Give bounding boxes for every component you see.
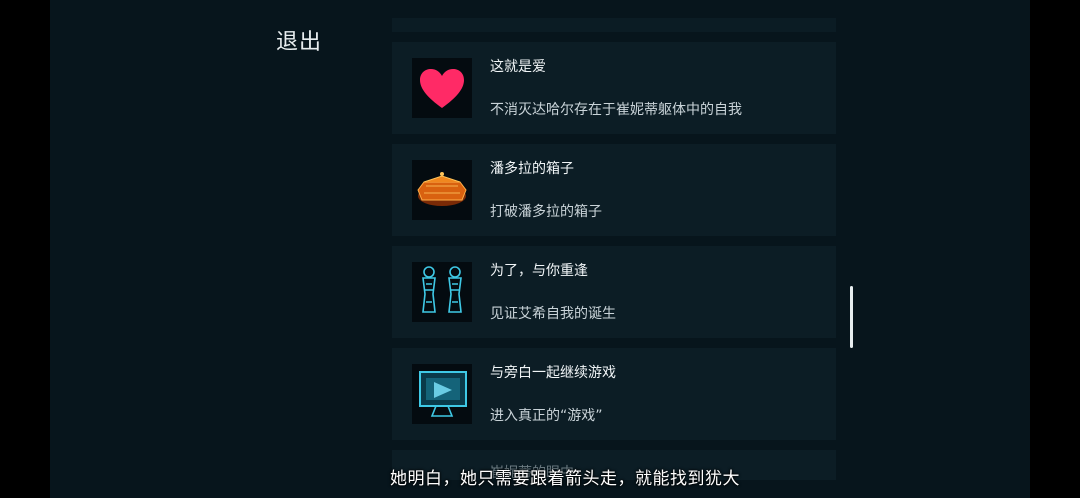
achievement-card[interactable]: 与旁白一起继续游戏 进入真正的“游戏” xyxy=(392,348,836,440)
achievement-desc: 进入真正的“游戏” xyxy=(490,408,603,424)
achievement-title: 与旁白一起继续游戏 xyxy=(490,365,616,381)
letterbox-left xyxy=(0,0,50,498)
achievement-title: 这就是爱 xyxy=(490,59,546,75)
achievement-list[interactable]: 这就是爱 不消灭达哈尔存在于崔妮蒂躯体中的自我 潘多拉的箱子 打破潘多拉的箱子 xyxy=(392,0,836,498)
letterbox-right xyxy=(1030,0,1080,498)
pandora-box-icon xyxy=(412,160,472,220)
exit-button[interactable]: 退出 xyxy=(276,24,322,56)
list-top-edge xyxy=(392,18,836,32)
achievement-desc: 不消灭达哈尔存在于崔妮蒂躯体中的自我 xyxy=(490,102,742,118)
heart-icon xyxy=(412,58,472,118)
twin-figures-icon xyxy=(412,262,472,322)
achievement-card[interactable]: 为了，与你重逢 见证艾希自我的诞生 xyxy=(392,246,836,338)
achievement-screen: 退出 这就是爱 不消灭达哈尔存在于崔妮蒂躯体中的自我 潘多拉的箱子 打破潘多拉的… xyxy=(50,0,1030,498)
achievement-title: 潘多拉的箱子 xyxy=(490,161,574,177)
achievement-desc: 打破潘多拉的箱子 xyxy=(490,204,602,220)
list-scrollbar[interactable] xyxy=(850,286,853,348)
dialogue-subtitle: 她明白，她只需要跟着箭头走，就能找到犹大 xyxy=(390,469,740,489)
achievement-card[interactable]: 潘多拉的箱子 打破潘多拉的箱子 xyxy=(392,144,836,236)
achievement-card[interactable]: 这就是爱 不消灭达哈尔存在于崔妮蒂躯体中的自我 xyxy=(392,42,836,134)
achievement-title: 为了，与你重逢 xyxy=(490,263,588,279)
achievement-desc: 见证艾希自我的诞生 xyxy=(490,306,616,322)
monitor-icon xyxy=(412,364,472,424)
